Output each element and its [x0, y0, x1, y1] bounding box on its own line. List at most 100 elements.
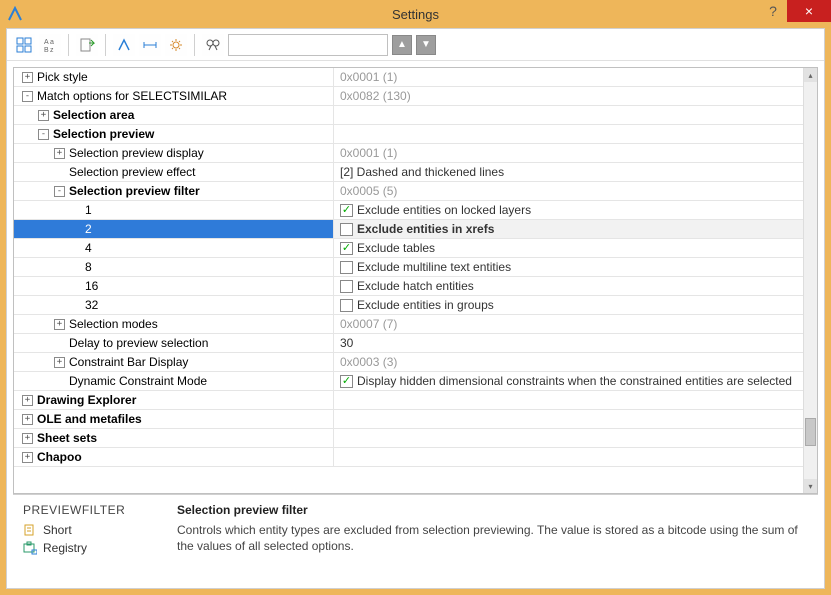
row-label: Selection preview	[53, 127, 154, 141]
client-area: AaBz ▲ ▼ +Pick style0x0001 (1)-Match opt…	[6, 28, 825, 589]
table-row[interactable]: -Match options for SELECTSIMILAR 0x0082 (…	[14, 87, 803, 106]
row-value: Exclude entities in xrefs	[357, 222, 494, 236]
row-label: Selection preview display	[69, 146, 204, 160]
row-value: 0x0005 (5)	[340, 184, 397, 198]
checkbox[interactable]	[340, 299, 353, 312]
row-value: 0x0082 (130)	[340, 89, 411, 103]
row-label: Match options for SELECTSIMILAR	[37, 89, 227, 103]
expand-icon[interactable]: +	[54, 357, 65, 368]
table-row[interactable]: 16Exclude hatch entities	[14, 277, 803, 296]
settings-tree: +Pick style0x0001 (1)-Match options for …	[13, 67, 818, 494]
info-title: Selection preview filter	[177, 503, 808, 517]
row-label: Dynamic Constraint Mode	[69, 374, 207, 388]
table-row[interactable]: + Chapoo	[14, 448, 803, 467]
title-bar: Settings ? ×	[0, 0, 831, 28]
row-label: 1	[85, 203, 92, 217]
row-value: Display hidden dimensional constraints w…	[357, 374, 792, 388]
help-button[interactable]: ?	[759, 0, 787, 22]
checkbox[interactable]: ✓	[340, 242, 353, 255]
expand-icon[interactable]: +	[22, 414, 33, 425]
row-value: Exclude multiline text entities	[357, 260, 511, 274]
table-row[interactable]: + Selection modes 0x0007 (7)	[14, 315, 803, 334]
table-row[interactable]: Selection preview effect [2] Dashed and t…	[14, 163, 803, 182]
expand-icon[interactable]: +	[54, 148, 65, 159]
table-row[interactable]: 8Exclude multiline text entities	[14, 258, 803, 277]
collapse-icon[interactable]: -	[54, 186, 65, 197]
row-label: 2	[85, 222, 92, 236]
expand-icon[interactable]: +	[22, 433, 33, 444]
row-label: Selection area	[53, 108, 134, 122]
close-button[interactable]: ×	[787, 0, 831, 22]
row-value: 0x0007 (7)	[340, 317, 397, 331]
alphabetic-view-button[interactable]: AaBz	[39, 34, 61, 56]
sysvar-name: PREVIEWFILTER	[23, 503, 163, 517]
row-label: Chapoo	[37, 450, 82, 464]
registry-icon	[23, 541, 37, 555]
svg-text:A: A	[44, 39, 49, 46]
search-prev-button[interactable]: ▲	[392, 35, 412, 55]
table-row[interactable]: 1✓Exclude entities on locked layers	[14, 201, 803, 220]
row-label: Selection preview effect	[69, 165, 196, 179]
row-label: Selection modes	[69, 317, 158, 331]
scroll-thumb[interactable]	[805, 418, 816, 446]
window-title: Settings	[392, 7, 439, 22]
table-row[interactable]: -Selection preview filter 0x0005 (5)	[14, 182, 803, 201]
row-value: Exclude entities in groups	[357, 298, 494, 312]
row-label: 4	[85, 241, 92, 255]
row-label: Delay to preview selection	[69, 336, 208, 350]
short-icon	[23, 523, 37, 537]
checkbox[interactable]: ✓	[340, 375, 353, 388]
show-preferences-button[interactable]	[165, 34, 187, 56]
scroll-down-icon[interactable]: ▾	[804, 479, 817, 493]
row-value: [2] Dashed and thickened lines	[340, 165, 504, 179]
search-next-button[interactable]: ▼	[416, 35, 436, 55]
row-label: Drawing Explorer	[37, 393, 136, 407]
table-row[interactable]: + OLE and metafiles	[14, 410, 803, 429]
svg-text:z: z	[50, 47, 54, 53]
collapse-icon[interactable]: -	[22, 91, 33, 102]
info-description: Controls which entity types are excluded…	[177, 523, 808, 554]
expand-icon[interactable]: +	[22, 72, 33, 83]
table-row[interactable]: 2 Exclude entities in xrefs	[14, 220, 803, 239]
row-label: Selection preview filter	[69, 184, 200, 198]
checkbox[interactable]: ✓	[340, 204, 353, 217]
expand-icon[interactable]: +	[22, 395, 33, 406]
toolbar: AaBz ▲ ▼	[7, 29, 824, 61]
search-input[interactable]	[228, 34, 388, 56]
show-dimensions-button[interactable]	[139, 34, 161, 56]
table-row[interactable]: +Pick style0x0001 (1)	[14, 68, 803, 87]
flag-registry-label: Registry	[43, 541, 87, 555]
checkbox[interactable]	[340, 280, 353, 293]
row-label: OLE and metafiles	[37, 412, 142, 426]
scroll-up-icon[interactable]: ▴	[804, 68, 817, 82]
flag-short-label: Short	[43, 523, 72, 537]
checkbox[interactable]	[340, 261, 353, 274]
table-row[interactable]: 4✓Exclude tables	[14, 239, 803, 258]
collapse-icon[interactable]: -	[38, 129, 49, 140]
show-drawing-button[interactable]	[113, 34, 135, 56]
svg-text:B: B	[44, 47, 49, 53]
table-row[interactable]: 32Exclude entities in groups	[14, 296, 803, 315]
table-row[interactable]: + Drawing Explorer	[14, 391, 803, 410]
table-row[interactable]: +Sheet sets	[14, 429, 803, 448]
expand-icon[interactable]: +	[54, 319, 65, 330]
scrollbar[interactable]: ▴ ▾	[803, 68, 817, 493]
table-row[interactable]: -Selection preview	[14, 125, 803, 144]
info-panel: PREVIEWFILTER Short Registry Selection p…	[13, 494, 818, 588]
expand-icon[interactable]: +	[22, 452, 33, 463]
row-value: 30	[340, 336, 353, 350]
flag-short: Short	[23, 523, 163, 537]
table-row[interactable]: +Selection preview display0x0001 (1)	[14, 144, 803, 163]
row-value: Exclude hatch entities	[357, 279, 474, 293]
table-row[interactable]: Delay to preview selection 30	[14, 334, 803, 353]
categorized-view-button[interactable]	[13, 34, 35, 56]
row-label: Constraint Bar Display	[69, 355, 188, 369]
table-row[interactable]: Dynamic Constraint Mode ✓ Display hidden d…	[14, 372, 803, 391]
row-value: 0x0003 (3)	[340, 355, 397, 369]
table-row[interactable]: + Selection area	[14, 106, 803, 125]
expand-icon[interactable]: +	[38, 110, 49, 121]
table-row[interactable]: + Constraint Bar Display 0x0003 (3)	[14, 353, 803, 372]
checkbox[interactable]	[340, 223, 353, 236]
find-button[interactable]	[202, 34, 224, 56]
export-button[interactable]	[76, 34, 98, 56]
